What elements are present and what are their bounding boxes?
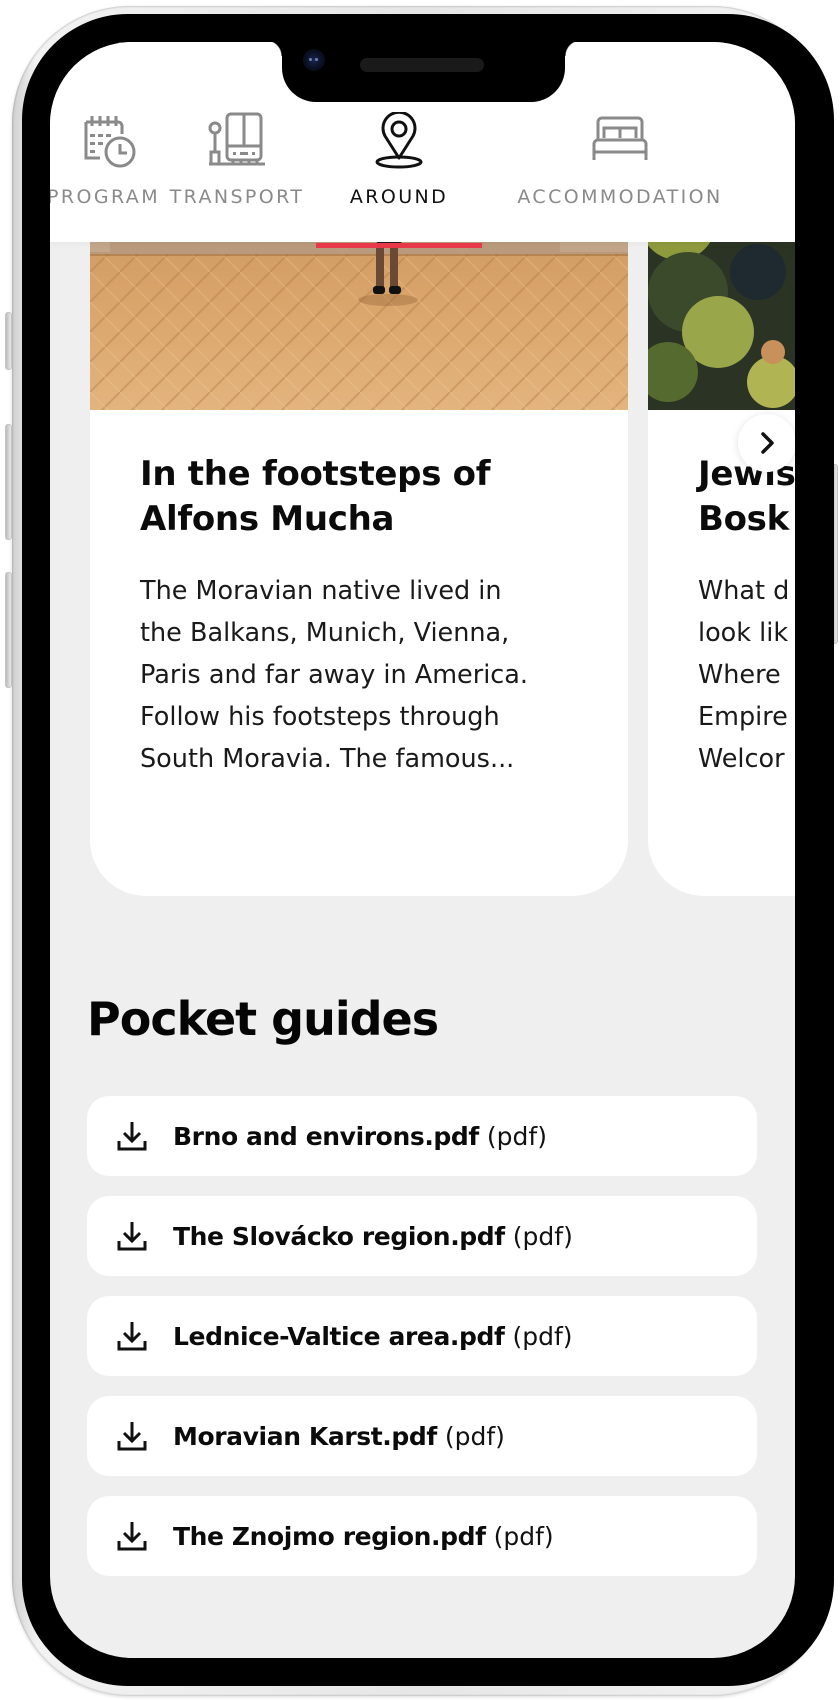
pocket-guides-list: Brno and environs.pdf (pdf) The Slovácko …	[87, 1096, 757, 1596]
card-title[interactable]: In the footsteps of Alfons Mucha	[140, 452, 578, 542]
bed-icon	[592, 116, 648, 160]
notch	[266, 42, 581, 102]
card-title-line: Bosk	[698, 499, 789, 539]
tab-around[interactable]: AROUND	[316, 104, 482, 248]
earpiece-speaker	[360, 58, 484, 72]
tab-program[interactable]: PROGRAM	[50, 104, 160, 242]
guide-download-link[interactable]: The Slovácko region.pdf (pdf)	[87, 1196, 757, 1276]
tab-transport[interactable]: TRANSPORT	[162, 104, 312, 242]
tab-label: AROUND	[349, 186, 449, 208]
pocket-guides-heading: Pocket guides	[87, 992, 439, 1046]
download-icon	[117, 1122, 147, 1151]
map-pin-icon	[375, 112, 423, 169]
tab-label: ACCOMMODATION	[517, 186, 723, 208]
tab-label: TRANSPORT	[169, 186, 305, 208]
guide-filename: Brno and environs.pdf	[173, 1121, 479, 1151]
experience-card[interactable]: In the footsteps of Alfons Mucha The Mor…	[90, 182, 628, 896]
guide-download-link[interactable]: The Znojmo region.pdf (pdf)	[87, 1496, 757, 1576]
screen: In the footsteps of Alfons Mucha The Mor…	[50, 42, 795, 1658]
card-title-line: Alfons Mucha	[140, 499, 395, 539]
guide-download-link[interactable]: Lednice-Valtice area.pdf (pdf)	[87, 1296, 757, 1376]
guide-filetype: (pdf)	[512, 1321, 573, 1351]
download-icon	[117, 1222, 147, 1251]
guide-filename: The Slovácko region.pdf	[173, 1221, 505, 1251]
bus-stop-icon	[208, 112, 265, 166]
experience-carousel[interactable]: In the footsteps of Alfons Mucha The Mor…	[50, 182, 795, 902]
card-title-line: In the footsteps of	[140, 454, 491, 494]
guide-filename: Lednice-Valtice area.pdf	[173, 1321, 505, 1351]
volume-up-button	[5, 424, 12, 540]
experience-card[interactable]: Jewis Bosk What d look lik Where Empire …	[648, 182, 795, 896]
carousel-next-button[interactable]	[738, 414, 795, 472]
mute-switch	[5, 312, 12, 370]
card-description: The Moravian native lived in the Balkans…	[140, 576, 529, 774]
guide-filetype: (pdf)	[444, 1421, 505, 1451]
calendar-clock-icon	[84, 116, 136, 168]
download-icon	[117, 1422, 147, 1451]
download-icon	[117, 1322, 147, 1351]
tab-accommodation[interactable]: ACCOMMODATION	[505, 104, 735, 242]
guide-filename: The Znojmo region.pdf	[173, 1521, 486, 1551]
tab-label: PROGRAM	[50, 186, 160, 208]
card-description: What d look lik Where Empire Welcor	[698, 576, 790, 774]
active-tab-indicator	[316, 243, 482, 248]
guide-download-link[interactable]: Moravian Karst.pdf (pdf)	[87, 1396, 757, 1476]
guide-filetype: (pdf)	[493, 1521, 554, 1551]
download-icon	[117, 1522, 147, 1551]
guide-filetype: (pdf)	[512, 1221, 573, 1251]
front-camera	[303, 49, 325, 71]
volume-down-button	[5, 572, 12, 688]
guide-filename: Moravian Karst.pdf	[173, 1421, 437, 1451]
guide-filetype: (pdf)	[486, 1121, 547, 1151]
chevron-right-icon	[761, 432, 774, 454]
guide-download-link[interactable]: Brno and environs.pdf (pdf)	[87, 1096, 757, 1176]
